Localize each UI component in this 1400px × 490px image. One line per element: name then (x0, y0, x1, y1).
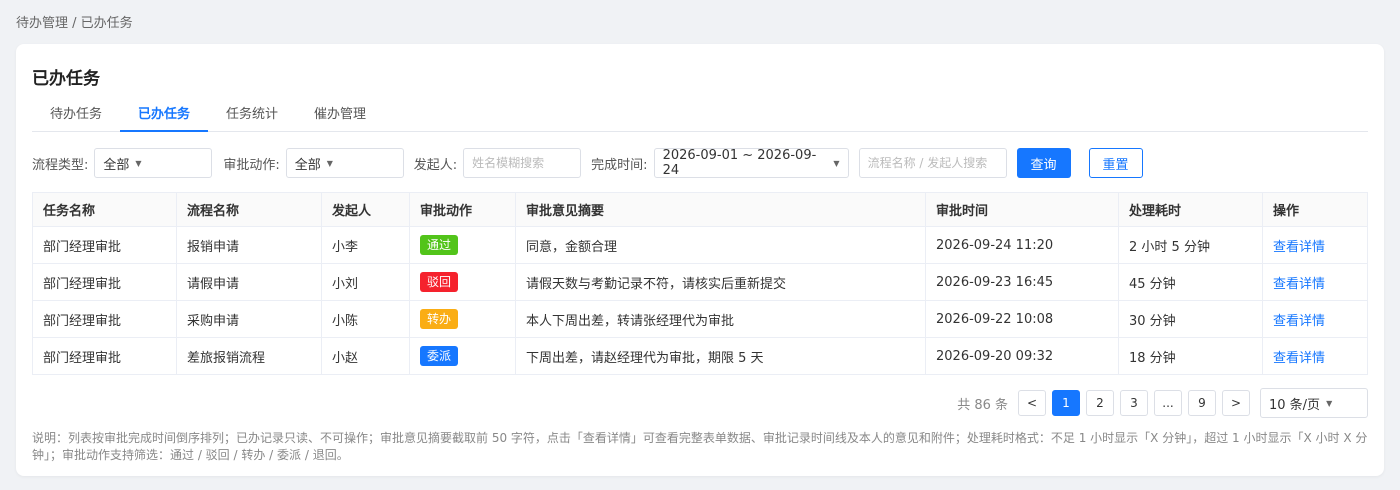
filter-bar: 流程类型: 全部 ▼ 审批动作: 全部 ▼ 发起人: 完成时间: 2026-09… (32, 148, 1143, 178)
footnote: 说明：列表按审批完成时间倒序排列；已办记录只读、不可操作；审批意见摘要截取前 5… (32, 431, 1368, 462)
task-table: 任务名称 流程名称 发起人 审批动作 审批意见摘要 审批时间 处理耗时 操作 部… (32, 192, 1368, 375)
cell-duration: 2 小时 5 分钟 (1118, 226, 1263, 264)
page-ellipsis-button[interactable]: ... (1154, 390, 1182, 416)
view-detail-link[interactable]: 查看详情 (1273, 351, 1325, 366)
cell-opinion: 同意，金额合理 (515, 226, 926, 264)
col-duration: 处理耗时 (1118, 192, 1263, 227)
action-value: 全部 (294, 157, 321, 173)
flow-type-select[interactable]: 全部 ▼ (94, 148, 213, 178)
action-tag: 通过 (420, 235, 459, 255)
col-flow: 流程名称 (176, 192, 322, 227)
col-opinion: 审批意见摘要 (515, 192, 926, 227)
cell-initiator: 小陈 (321, 300, 410, 338)
cell-opinion: 本人下周出差，转请张经理代为审批 (515, 300, 926, 338)
action-tag: 转办 (420, 309, 459, 329)
cell-duration: 18 分钟 (1118, 337, 1263, 375)
cell-time: 2026-09-20 09:32 (925, 337, 1119, 375)
page-button-1[interactable]: 1 (1052, 390, 1080, 416)
cell-initiator: 小刘 (321, 263, 410, 301)
cell-task: 部门经理审批 (32, 300, 177, 338)
page-size-select[interactable]: 10 条/页 ▼ (1260, 388, 1368, 418)
tab-todo[interactable]: 待办任务 (32, 100, 120, 132)
view-detail-link[interactable]: 查看详情 (1273, 277, 1325, 292)
flow-type-value: 全部 (103, 157, 130, 173)
col-op: 操作 (1262, 192, 1368, 227)
cell-duration: 45 分钟 (1118, 263, 1263, 301)
cell-initiator: 小李 (321, 226, 410, 264)
cell-opinion: 下周出差，请赵经理代为审批，期限 5 天 (515, 337, 926, 375)
time-label: 完成时间: (591, 157, 648, 173)
col-action: 审批动作 (409, 192, 516, 227)
query-button[interactable]: 查询 (1016, 148, 1071, 178)
initiator-input[interactable] (463, 148, 582, 178)
page-title: 已办任务 (32, 69, 100, 89)
cell-flow: 差旅报销流程 (176, 337, 322, 375)
total-count: 共 86 条 (957, 397, 1008, 413)
breadcrumb: 待办管理 / 已办任务 (16, 16, 133, 31)
col-time: 审批时间 (925, 192, 1119, 227)
cell-flow: 请假申请 (176, 263, 322, 301)
col-task: 任务名称 (32, 192, 177, 227)
caret-down-icon: ▼ (135, 158, 142, 168)
tab-stats[interactable]: 任务统计 (208, 100, 296, 132)
time-range-value: 2026-09-01 ~ 2026-09-24 (662, 148, 817, 178)
cell-task: 部门经理审批 (32, 337, 177, 375)
view-detail-link[interactable]: 查看详情 (1273, 240, 1325, 255)
main-card: 已办任务 待办任务 已办任务 任务统计 催办管理 流程类型: 全部 ▼ 审批动作… (16, 44, 1384, 476)
caret-down-icon: ▼ (1326, 398, 1333, 408)
action-label: 审批动作: (223, 157, 280, 173)
action-tag: 驳回 (420, 272, 459, 292)
cell-opinion: 请假天数与考勤记录不符，请核实后重新提交 (515, 263, 926, 301)
page-button-2[interactable]: 2 (1086, 390, 1114, 416)
page-button-9[interactable]: 9 (1188, 390, 1216, 416)
next-page-button[interactable]: > (1222, 390, 1250, 416)
view-detail-link[interactable]: 查看详情 (1273, 314, 1325, 329)
table-row: 部门经理审批 差旅报销流程 小赵 委派 下周出差，请赵经理代为审批，期限 5 天… (32, 337, 1368, 375)
tab-bar: 待办任务 已办任务 任务统计 催办管理 (32, 100, 1368, 132)
cell-task: 部门经理审批 (32, 263, 177, 301)
table-row: 部门经理审批 报销申请 小李 通过 同意，金额合理 2026-09-24 11:… (32, 226, 1368, 264)
prev-page-button[interactable]: < (1018, 390, 1046, 416)
caret-down-icon: ▼ (326, 158, 333, 168)
col-initiator: 发起人 (321, 192, 410, 227)
flow-type-label: 流程类型: (32, 157, 89, 173)
cell-flow: 报销申请 (176, 226, 322, 264)
page-button-3[interactable]: 3 (1120, 390, 1148, 416)
table-row: 部门经理审批 请假申请 小刘 驳回 请假天数与考勤记录不符，请核实后重新提交 2… (32, 263, 1368, 301)
action-select[interactable]: 全部 ▼ (285, 148, 404, 178)
initiator-label: 发起人: (413, 157, 458, 173)
cell-duration: 30 分钟 (1118, 300, 1263, 338)
table-header-row: 任务名称 流程名称 发起人 审批动作 审批意见摘要 审批时间 处理耗时 操作 (32, 192, 1368, 227)
page-size-value: 10 条/页 (1269, 397, 1321, 413)
cell-initiator: 小赵 (321, 337, 410, 375)
cell-time: 2026-09-22 10:08 (925, 300, 1119, 338)
search-input[interactable] (858, 148, 1007, 178)
action-tag: 委派 (420, 346, 459, 366)
reset-button[interactable]: 重置 (1088, 148, 1143, 178)
tab-done[interactable]: 已办任务 (120, 100, 209, 132)
cell-task: 部门经理审批 (32, 226, 177, 264)
tab-urge[interactable]: 催办管理 (296, 100, 384, 132)
time-range-picker[interactable]: 2026-09-01 ~ 2026-09-24 ▼ (653, 148, 849, 178)
cell-time: 2026-09-24 11:20 (925, 226, 1119, 264)
pagination: 共 86 条 < 1 2 3 ... 9 > 10 条/页 ▼ (957, 388, 1368, 418)
table-row: 部门经理审批 采购申请 小陈 转办 本人下周出差，转请张经理代为审批 2026-… (32, 300, 1368, 338)
cell-time: 2026-09-23 16:45 (925, 263, 1119, 301)
cell-flow: 采购申请 (176, 300, 322, 338)
caret-down-icon: ▼ (833, 158, 840, 168)
